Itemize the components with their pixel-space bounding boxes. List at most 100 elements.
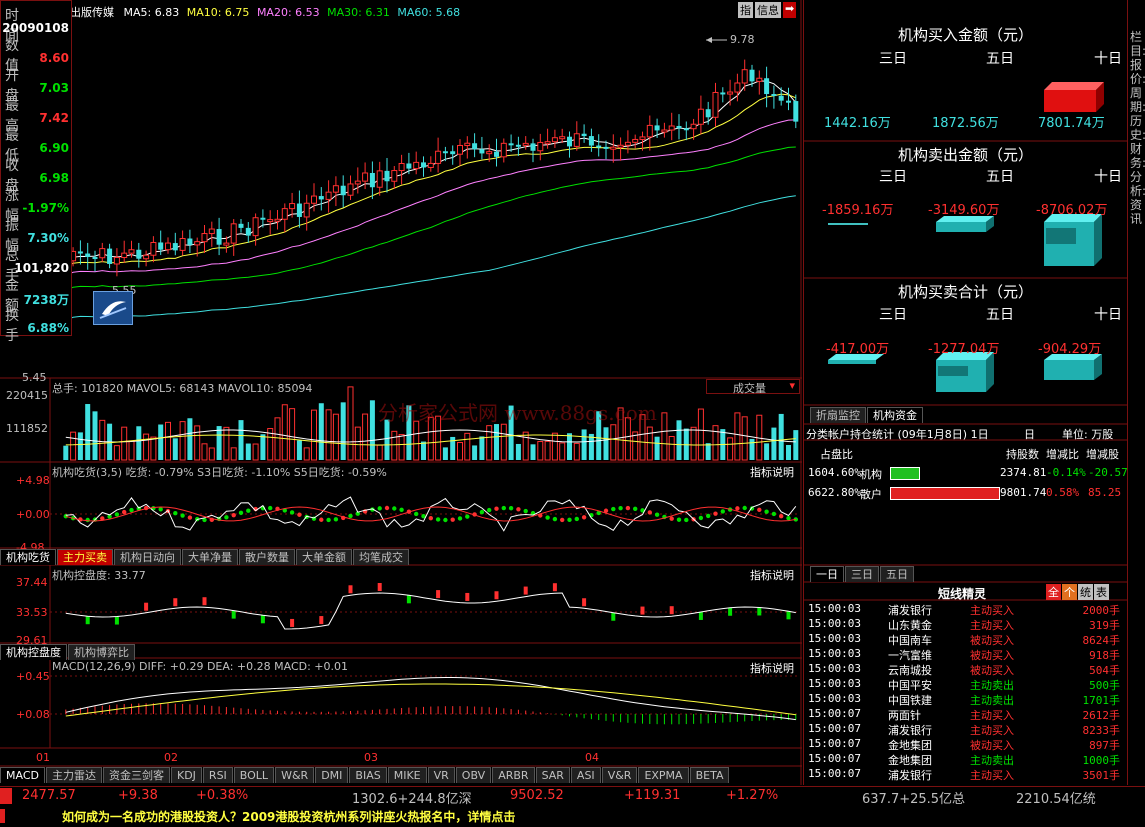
tab-three-day[interactable]: 三日	[845, 566, 879, 582]
buy-period-5: 五日	[986, 51, 1014, 67]
sprite-row[interactable]: 15:00:03 中国铁建 主动卖出 1701手	[806, 692, 1124, 707]
sprite-volume: 319手	[1089, 619, 1120, 632]
ind2-dot	[742, 505, 747, 511]
ind2-tab-6[interactable]: 均笔成交	[353, 549, 409, 565]
sprite-row[interactable]: 15:00:03 云南城投 被动买入 504手	[806, 662, 1124, 677]
status-item: 1302.6+244.8亿深	[352, 792, 472, 807]
indicator-tab-15[interactable]: V&R	[601, 767, 638, 783]
sprite-stock[interactable]: 金地集团	[888, 752, 932, 768]
ind2-tab-1[interactable]: 主力买卖	[57, 549, 113, 565]
news-ticker[interactable]: 如何成为一名成功的港股投资人？2009港股投资杭州系列讲座火热报名中，详情点击	[0, 806, 1145, 827]
ticker-indicator-icon	[0, 809, 5, 823]
net-5d-bar	[936, 352, 994, 392]
sprite-row[interactable]: 15:00:07 浦发银行 主动买入 8233手	[806, 722, 1124, 737]
indicator-tab-10[interactable]: VR	[427, 767, 455, 783]
tab-institution-funds[interactable]: 机构资金	[867, 407, 923, 423]
indicator-tab-4[interactable]: RSI	[202, 767, 233, 783]
sprite-stock[interactable]: 山东黄金	[888, 617, 932, 633]
x-label-03: 03	[364, 751, 378, 764]
tab-five-day[interactable]: 五日	[880, 566, 914, 582]
side-nav-strip[interactable]: 栏目:报价:周期:历史:财务:分析:资讯	[1127, 0, 1145, 785]
ind2-tab-0[interactable]: 机构吃货	[0, 549, 56, 565]
sprite-stats-button[interactable]: 统	[1078, 584, 1093, 600]
sprite-stock[interactable]: 两面针	[888, 707, 921, 723]
sprite-row[interactable]: 15:00:07 金地集团 被动买入 897手	[806, 737, 1124, 752]
sprite-row[interactable]: 15:00:07 金地集团 主动卖出 1000手	[806, 752, 1124, 767]
sprite-stock[interactable]: 浦发银行	[888, 722, 932, 738]
volume-bar	[128, 440, 135, 461]
volume-bar	[238, 420, 244, 460]
volume-bar	[245, 443, 251, 460]
indicator-tab-13[interactable]: SAR	[535, 767, 570, 783]
volume-bar	[712, 425, 719, 461]
sprite-table-button[interactable]: 表	[1094, 584, 1109, 600]
ind3-help[interactable]: 指标说明	[750, 567, 794, 583]
indicator-tab-3[interactable]: KDJ	[170, 767, 202, 783]
holdings-bar	[890, 467, 920, 480]
sprite-row[interactable]: 15:00:07 两面针 主动买入 2612手	[806, 707, 1124, 722]
sprite-stock[interactable]: 浦发银行	[888, 767, 932, 783]
sprite-row[interactable]: 15:00:07 浦发银行 主动买入 3501手	[806, 767, 1124, 782]
indicator-tab-1[interactable]: 主力雷达	[45, 767, 102, 783]
volume-bar	[573, 442, 580, 461]
tab-one-day[interactable]: 一日	[810, 566, 844, 582]
sprite-stock[interactable]: 金地集团	[888, 737, 932, 753]
volume-bar	[230, 447, 237, 461]
ind3-tab-1[interactable]: 机构博弈比	[68, 644, 135, 660]
candle	[661, 129, 668, 133]
volume-bar	[274, 417, 281, 461]
ind2-tab-2[interactable]: 机构日动向	[114, 549, 181, 565]
indicator-tab-2[interactable]: 资金三剑客	[102, 767, 170, 783]
candle	[325, 191, 332, 200]
zhi-button[interactable]: 指	[738, 2, 753, 18]
indicator-tab-5[interactable]: BOLL	[233, 767, 275, 783]
sprite-row[interactable]: 15:00:03 中国平安 主动卖出 500手	[806, 677, 1124, 692]
sprite-stock[interactable]: 中国南车	[888, 632, 932, 648]
sprite-stock[interactable]: 云南城投	[888, 662, 932, 678]
volume-bar	[727, 437, 734, 461]
indicator-tab-6[interactable]: W&R	[275, 767, 315, 783]
info-button[interactable]: 信息	[755, 2, 781, 18]
ind2-help[interactable]: 指标说明	[750, 464, 794, 480]
ind2-dot	[326, 517, 331, 523]
volume-bar	[646, 426, 653, 461]
ind2-tab-5[interactable]: 大单金额	[296, 549, 352, 565]
chart-area[interactable]: 出版传媒 MA5: 6.83 MA10: 6.75 MA20: 6.53 MA3…	[0, 0, 802, 785]
sprite-row[interactable]: 15:00:03 浦发银行 主动买入 2000手	[806, 602, 1124, 617]
sprite-stock[interactable]: 浦发银行	[888, 602, 932, 618]
sprite-single-button[interactable]: 个	[1062, 584, 1077, 600]
holdings-pct: 6622.80%	[808, 486, 861, 499]
sprite-time: 15:00:03	[808, 647, 861, 660]
sprite-stock[interactable]: 一汽富维	[888, 647, 932, 663]
ind2-tab-3[interactable]: 大单净量	[182, 549, 238, 565]
side-nav-text[interactable]: 栏目:报价:周期:历史:财务:分析:资讯	[1130, 30, 1145, 226]
indicator-tab-9[interactable]: MIKE	[387, 767, 427, 783]
ticker-text[interactable]: 如何成为一名成功的港股投资人？2009港股投资杭州系列讲座火热报名中，详情点击	[62, 808, 515, 825]
volume-bar	[289, 408, 296, 461]
candle	[624, 141, 631, 146]
tab-fan-monitor[interactable]: 折扇监控	[810, 407, 866, 423]
sprite-volume: 500手	[1089, 679, 1120, 692]
indicator-tab-0[interactable]: MACD	[0, 767, 45, 783]
sprite-all-button[interactable]: 全	[1046, 584, 1061, 600]
exit-icon[interactable]: ➡	[783, 2, 797, 18]
volume-dropdown[interactable]: 成交量 ▾	[706, 379, 800, 395]
candle	[690, 123, 697, 130]
ind3-tab-0[interactable]: 机构控盘度	[0, 644, 67, 660]
sprite-stock[interactable]: 中国铁建	[888, 692, 932, 708]
indicator-tab-17[interactable]: BETA	[689, 767, 730, 783]
volume-bar	[551, 432, 558, 461]
indicator-tab-7[interactable]: DMI	[315, 767, 349, 783]
ind2-tab-4[interactable]: 散户数量	[239, 549, 295, 565]
sprite-row[interactable]: 15:00:03 山东黄金 主动买入 319手	[806, 617, 1124, 632]
indicator-tab-14[interactable]: ASI	[570, 767, 601, 783]
sprite-row[interactable]: 15:00:03 中国南车 被动买入 8624手	[806, 632, 1124, 647]
macd-help[interactable]: 指标说明	[750, 660, 794, 676]
ind2-dot	[654, 512, 660, 517]
sprite-stock[interactable]: 中国平安	[888, 677, 932, 693]
sprite-row[interactable]: 15:00:03 一汽富维 被动买入 918手	[806, 647, 1124, 662]
indicator-tab-8[interactable]: BIAS	[349, 767, 387, 783]
indicator-tab-12[interactable]: ARBR	[492, 767, 535, 783]
indicator-tab-11[interactable]: OBV	[455, 767, 492, 783]
indicator-tab-16[interactable]: EXPMA	[638, 767, 689, 783]
